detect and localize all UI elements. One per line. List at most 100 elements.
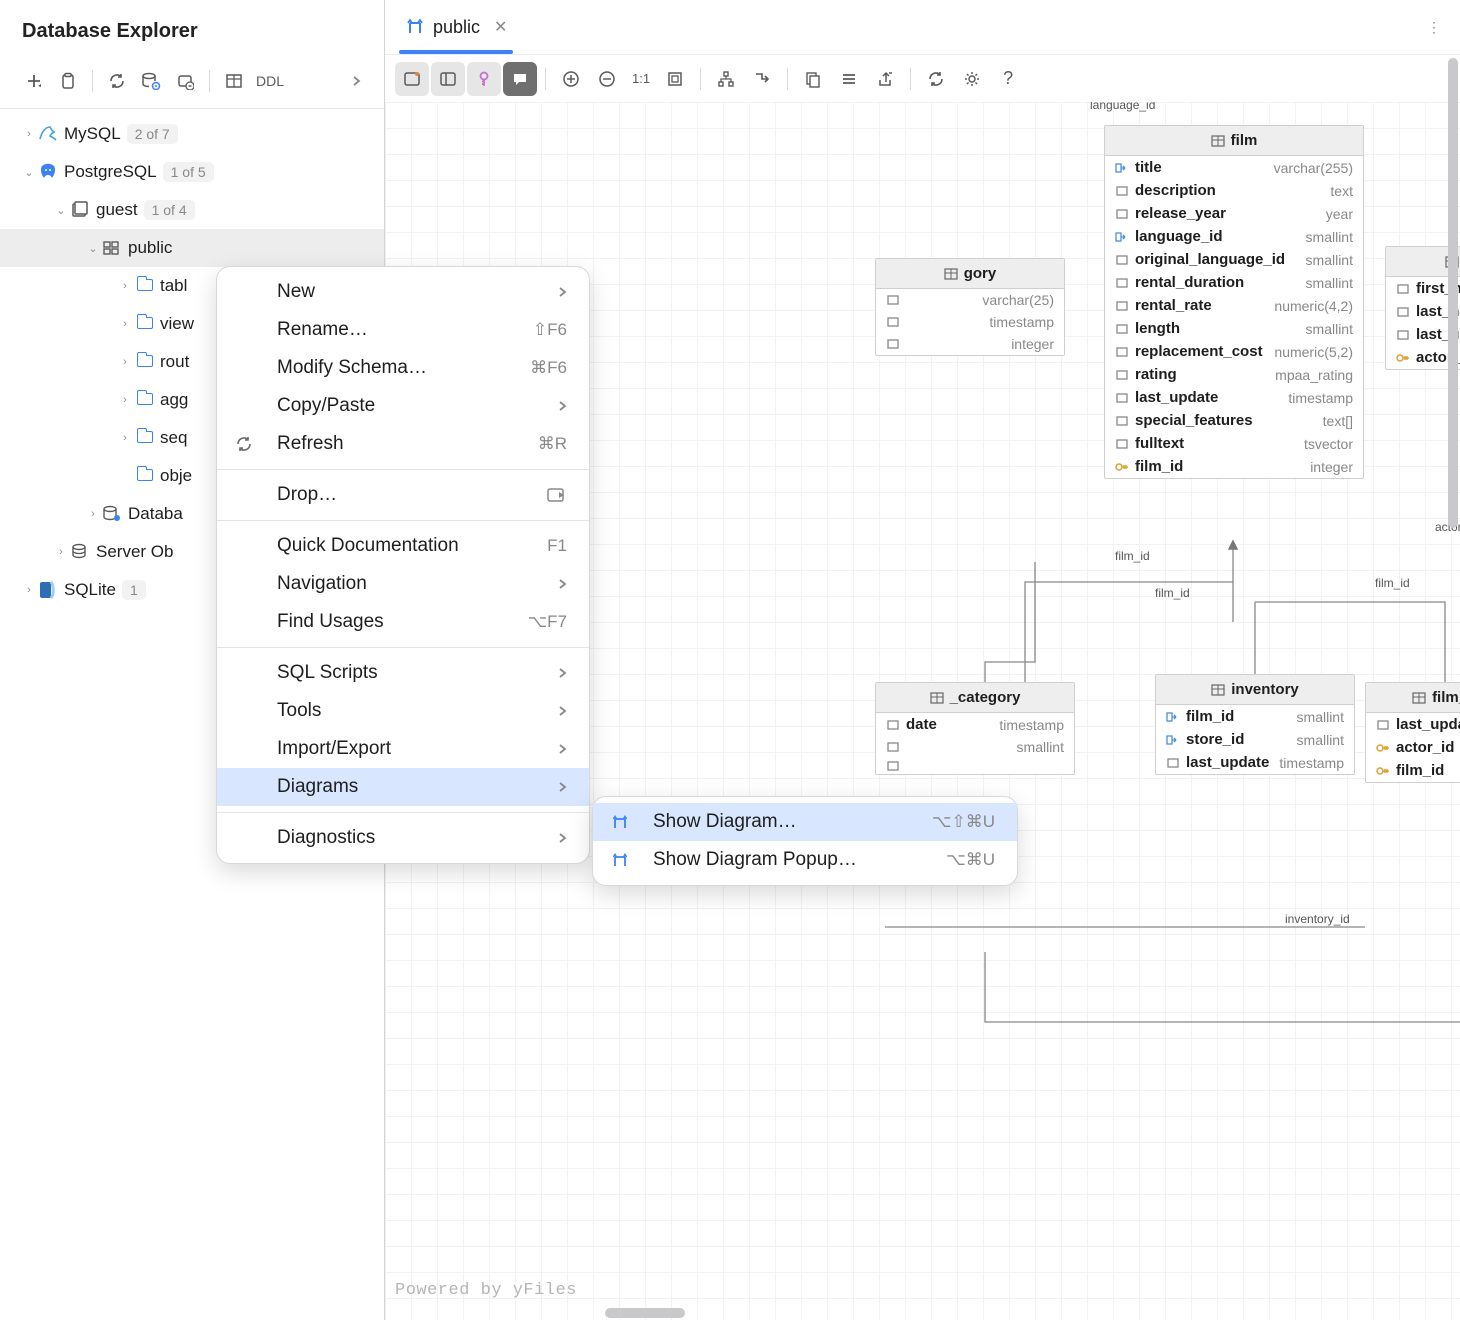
refresh-icon [235,435,259,453]
tree-node-badge: 1 of 4 [144,200,195,220]
folder-icon [134,314,156,334]
tree-node-mysql[interactable]: ›MySQL2 of 7 [0,115,384,153]
expand-chevron-icon[interactable]: › [20,584,38,596]
table-category[interactable]: goryvarchar(25)timestampinteger [875,258,1065,356]
settings-button[interactable] [955,62,989,96]
column-name: replacement_cost [1135,343,1263,360]
menu-item-new[interactable]: New [217,273,589,311]
menu-item-import-export[interactable]: Import/Export [217,730,589,768]
menu-item-label: Drop… [277,484,337,506]
copy-button[interactable] [796,62,830,96]
column-type: numeric(5,2) [1274,344,1353,360]
menu-item-sql-scripts[interactable]: SQL Scripts [217,654,589,692]
diagram-icon [611,813,635,831]
tree-node-public[interactable]: ⌄public [0,229,384,267]
layout-1-button[interactable] [395,62,429,96]
column-name: film_id [1186,708,1234,725]
column-type: timestamp [999,717,1064,733]
help-button[interactable]: ? [991,62,1025,96]
stop-button[interactable] [169,65,201,97]
table-inventory[interactable]: inventoryfilm_idsmallintstore_idsmallint… [1155,674,1355,775]
expand-chevron-icon[interactable]: › [116,432,134,444]
new-button[interactable] [18,65,50,97]
vertical-scrollbar[interactable] [1448,0,1458,1320]
menu-item-show-diagram-popup[interactable]: Show Diagram Popup…⌥⌘U [593,841,1017,879]
horizontal-scrollbar[interactable] [385,1308,1460,1318]
expand-chevron-icon[interactable]: › [116,318,134,330]
column-type-icon [1115,232,1129,242]
menu-item-refresh[interactable]: Refresh⌘R [217,425,589,463]
column-name: release_year [1135,205,1226,222]
column-name: rating [1135,366,1177,383]
route-button[interactable] [745,62,779,96]
menu-item-rename[interactable]: Rename…⇧F6 [217,311,589,349]
tree-node-badge: 1 of 5 [163,162,214,182]
table-column: smallint [876,736,1074,758]
export-button[interactable] [868,62,902,96]
menu-item-tools[interactable]: Tools [217,692,589,730]
menu-item-diagrams[interactable]: Diagrams [217,768,589,806]
layout-button[interactable] [709,62,743,96]
column-type-icon [1396,284,1410,294]
shortcut-label: ⌘F6 [530,358,567,378]
table-film[interactable]: filmtitlevarchar(255)descriptiontextrele… [1104,125,1364,479]
tree-node-badge: 1 [122,580,146,600]
table-column: last_updatetimestamp [1105,386,1363,409]
tree-node-badge: 2 of 7 [127,124,178,144]
table-filmactor[interactable]: film_actolast_updatetimactor_idfilm_id [1365,682,1460,783]
tree-node-guest[interactable]: ⌄guest1 of 4 [0,191,384,229]
table-header: inventory [1156,675,1354,705]
layout-2-button[interactable] [431,62,465,96]
comment-button[interactable] [503,62,537,96]
menu-item-show-diagram[interactable]: Show Diagram…⌥⇧⌘U [593,803,1017,841]
expand-chevron-icon[interactable]: › [116,394,134,406]
clipboard-button[interactable] [52,65,84,97]
table-column: replacement_cost numeric(5,2) [1105,340,1363,363]
close-icon[interactable]: ✕ [494,17,507,37]
shortcut-label: ⌘R [538,434,567,454]
menu-item-navigation[interactable]: Navigation [217,565,589,603]
menu-item-copy-paste[interactable]: Copy/Paste [217,387,589,425]
key-button[interactable] [467,62,501,96]
shortcut-icon [547,487,567,503]
column-type-icon [886,742,900,752]
tree-node-label: SQLite [64,580,116,600]
table-column: special_featurestext[] [1105,409,1363,432]
menu-item-find-usages[interactable]: Find Usages⌥F7 [217,603,589,641]
expand-chevron-icon[interactable]: › [52,546,70,558]
expand-chevron-icon[interactable]: ⌄ [52,204,70,217]
more-tabs-button[interactable]: ⋮ [1418,11,1450,43]
fit-button[interactable] [658,62,692,96]
table-icon [1211,135,1225,147]
menu-item-quick-documentation[interactable]: Quick DocumentationF1 [217,527,589,565]
zoom-reset-button[interactable]: 1:1 [626,62,656,96]
refresh-button[interactable] [101,65,133,97]
list-button[interactable] [832,62,866,96]
expand-chevron-icon[interactable]: › [84,508,102,520]
more-button[interactable] [340,65,372,97]
datasource-settings-button[interactable] [135,65,167,97]
column-type: integer [1011,336,1054,352]
tree-node-postgresql[interactable]: ⌄PostgreSQL1 of 5 [0,153,384,191]
column-type-icon [1115,324,1129,334]
expand-chevron-icon[interactable]: ⌄ [84,242,102,255]
expand-chevron-icon[interactable]: › [116,280,134,292]
tree-node-label: obje [160,466,192,486]
table-view-button[interactable] [218,65,250,97]
server-icon [70,543,92,561]
ddl-button[interactable]: DDL [252,73,288,89]
refresh-diagram-button[interactable] [919,62,953,96]
column-type-icon [1115,347,1129,357]
column-type-icon [1166,712,1180,722]
menu-item-drop[interactable]: Drop… [217,476,589,514]
zoom-in-button[interactable] [554,62,588,96]
menu-item-modify-schema[interactable]: Modify Schema…⌘F6 [217,349,589,387]
table-filmcat[interactable]: _categorydatetimestampsmallint [875,682,1075,775]
column-type-icon [1115,301,1129,311]
expand-chevron-icon[interactable]: › [116,356,134,368]
tab-public[interactable]: public ✕ [395,0,517,54]
zoom-out-button[interactable] [590,62,624,96]
expand-chevron-icon[interactable]: ⌄ [20,166,38,179]
expand-chevron-icon[interactable]: › [20,128,38,140]
menu-item-diagnostics[interactable]: Diagnostics [217,819,589,857]
